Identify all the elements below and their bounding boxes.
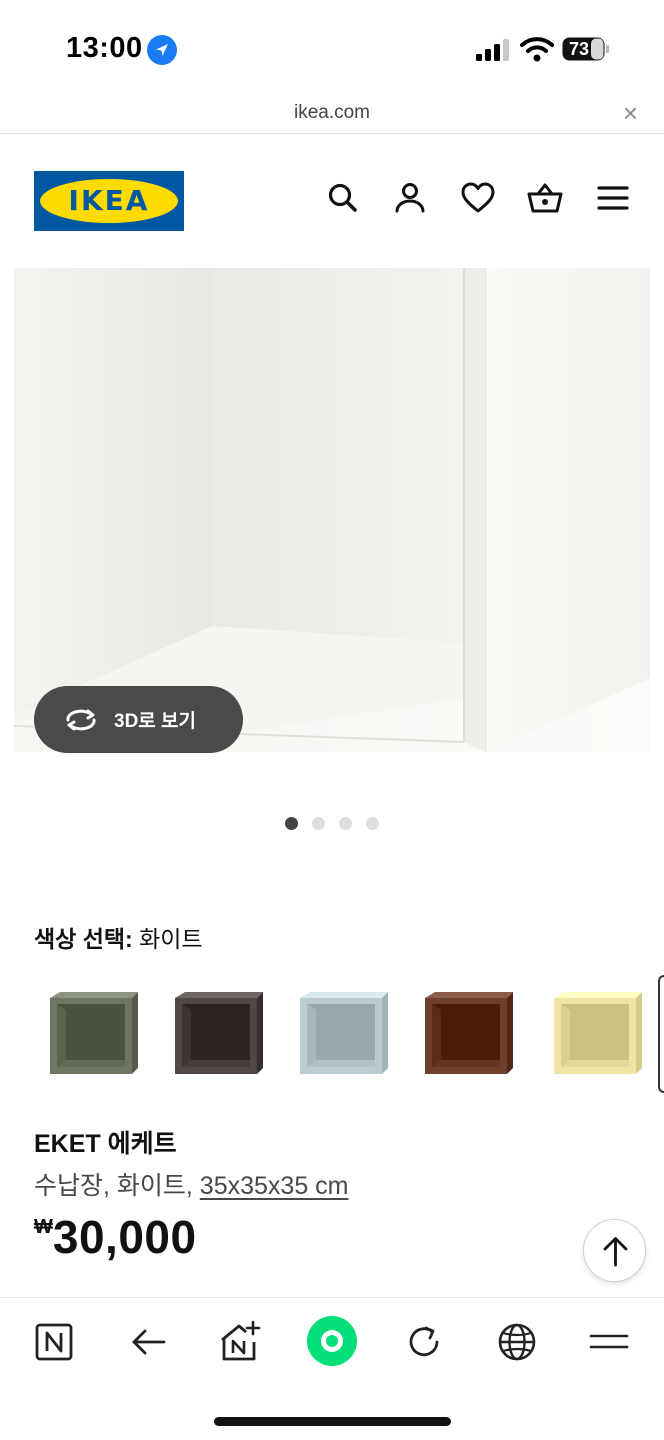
ikea-logo[interactable]: IKEA — [34, 171, 184, 231]
color-swatch-green[interactable] — [46, 990, 140, 1076]
cellular-signal-icon — [476, 39, 509, 61]
battery-icon: 73 — [562, 37, 610, 61]
url-domain[interactable]: ikea.com — [0, 102, 664, 124]
account-icon[interactable] — [392, 180, 428, 216]
view-3d-button[interactable]: 3D로 보기 — [34, 686, 243, 753]
status-bar: 13:00 73 — [0, 0, 664, 96]
product-dimension-link[interactable]: 35x35x35 cm — [200, 1172, 349, 1200]
color-swatch-yellow[interactable] — [550, 990, 644, 1076]
basket-icon[interactable] — [527, 180, 563, 216]
color-label: 색상 선택: — [34, 926, 133, 952]
naver-tab-icon[interactable] — [32, 1320, 76, 1364]
green-dot-button[interactable] — [307, 1316, 357, 1366]
currency-symbol: ₩ — [34, 1216, 53, 1238]
product-description: 수납장, 화이트, 35x35x35 cm — [34, 1166, 349, 1202]
refresh-icon[interactable] — [402, 1320, 446, 1364]
scroll-handle[interactable] — [658, 975, 664, 1093]
clock: 13:00 — [66, 32, 143, 64]
scroll-to-top-button[interactable] — [583, 1219, 646, 1282]
location-arrow-icon — [147, 35, 177, 65]
menu-icon[interactable] — [595, 180, 631, 216]
color-swatch-walnut[interactable] — [421, 990, 515, 1076]
back-arrow-icon[interactable] — [126, 1320, 170, 1364]
pagination-dot[interactable] — [312, 817, 325, 830]
wifi-icon — [520, 37, 554, 62]
close-icon[interactable]: × — [623, 98, 638, 128]
globe-icon[interactable] — [495, 1320, 539, 1364]
color-swatch-light-blue[interactable] — [296, 990, 390, 1076]
home-indicator — [214, 1417, 451, 1426]
product-price: ₩30,000 — [34, 1210, 197, 1264]
site-header: IKEA — [0, 134, 664, 268]
arrow-up-icon — [603, 1237, 628, 1267]
pagination-dot[interactable] — [339, 817, 352, 830]
pagination-dot[interactable] — [285, 817, 298, 830]
color-selection-title: 색상 선택: 화이트 — [34, 920, 203, 954]
url-bar[interactable]: ikea.com × — [0, 96, 664, 134]
color-value: 화이트 — [139, 926, 203, 952]
product-image[interactable] — [14, 268, 650, 752]
battery-level: 73 — [569, 39, 590, 59]
image-pagination — [285, 817, 379, 831]
green-dot-center — [326, 1335, 338, 1347]
view-3d-label: 3D로 보기 — [114, 711, 197, 732]
product-name: EKET 에케트 — [34, 1130, 177, 1158]
heart-icon[interactable] — [460, 180, 496, 216]
price-amount: 30,000 — [52, 1211, 197, 1263]
pagination-dot[interactable] — [366, 817, 379, 830]
color-swatch-dark-brown[interactable] — [171, 990, 265, 1076]
rotate-3d-icon — [66, 709, 96, 731]
product-type: 수납장, 화이트, — [34, 1172, 193, 1200]
logo-text: IKEA — [68, 184, 150, 217]
naver-home-add-icon[interactable] — [217, 1320, 261, 1364]
search-icon[interactable] — [325, 180, 361, 216]
hamburger-menu-icon[interactable] — [587, 1320, 631, 1364]
